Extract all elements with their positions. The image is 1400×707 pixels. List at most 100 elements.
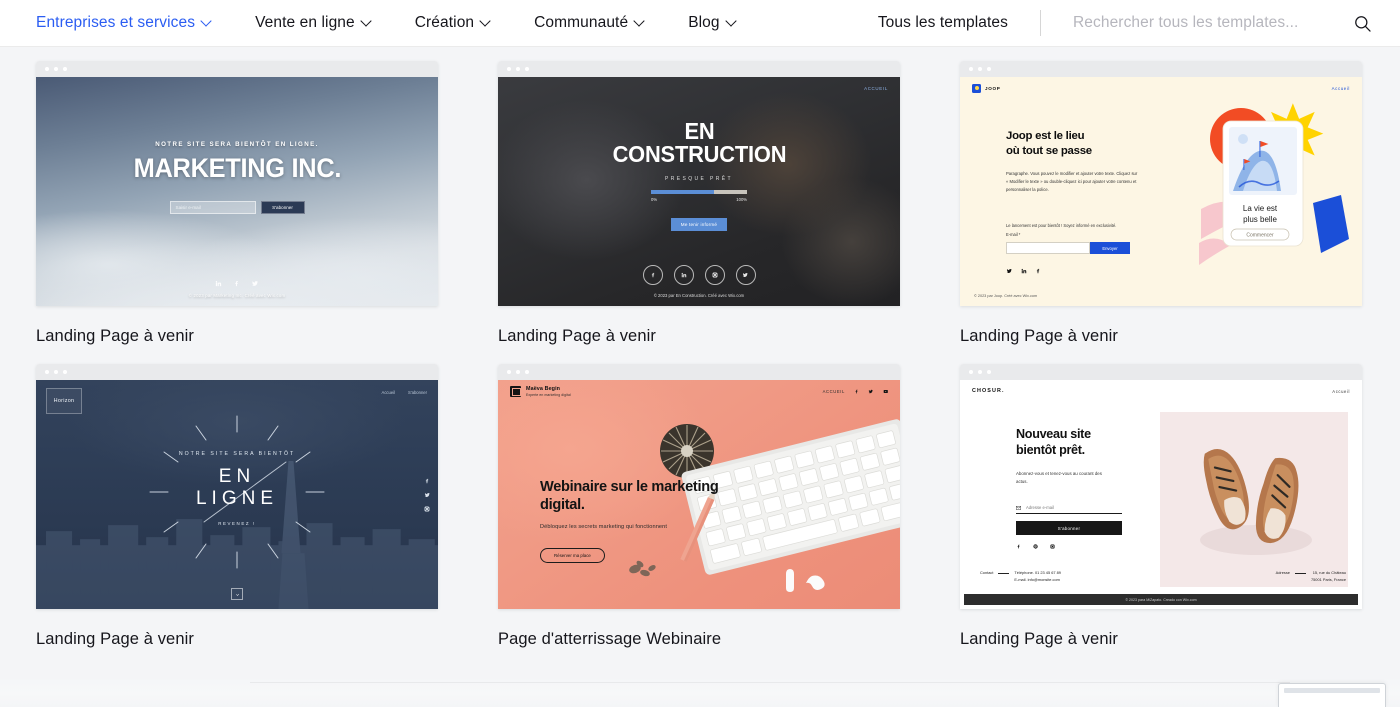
facebook-icon[interactable] bbox=[424, 478, 430, 484]
horizon-site: Horizon Accueil S'abonner NOTRE SITE SER… bbox=[36, 380, 438, 609]
notify-button[interactable]: Me tenir informé bbox=[670, 218, 728, 232]
chrome-dot-icon bbox=[507, 370, 511, 374]
nav-item-blog[interactable]: Blog bbox=[688, 14, 735, 32]
chrome-dot-icon bbox=[54, 67, 58, 71]
email-field[interactable]: Saisir e-mail bbox=[169, 201, 256, 214]
instagram-icon[interactable] bbox=[704, 265, 725, 285]
page-bottom-divider bbox=[250, 682, 1290, 683]
hero-heading-line1: Nouveau site bbox=[1016, 427, 1091, 441]
chrome-dot-icon bbox=[54, 370, 58, 374]
submit-button[interactable]: Envoyer bbox=[1090, 242, 1130, 255]
svg-text:La vie est: La vie est bbox=[1243, 204, 1278, 213]
progress-max-label: 100% bbox=[736, 197, 747, 203]
hero-eyebrow: NOTRE SITE SERA BIENTÔT EN LIGNE. bbox=[155, 141, 319, 148]
hero-heading: EN CONSTRUCTION bbox=[612, 117, 786, 167]
template-card-en-construction[interactable]: ACCUEIL EN CONSTRUCTION PRESQUE PRÊT 0% … bbox=[498, 61, 900, 346]
copyright-text: © 2023 par Marketing Inc. Créé avec Wix.… bbox=[188, 293, 286, 298]
chevron-down-icon bbox=[727, 17, 736, 26]
nav-divider bbox=[1040, 10, 1041, 36]
linkedin-icon[interactable] bbox=[1021, 268, 1027, 274]
nav-item-label: Vente en ligne bbox=[255, 14, 355, 31]
twitter-icon[interactable] bbox=[424, 492, 431, 498]
card-title: Landing Page à venir bbox=[960, 327, 1118, 345]
twitter-icon[interactable] bbox=[1006, 268, 1013, 274]
top-navigation-bar: Entreprises et services Vente en ligne C… bbox=[0, 0, 1400, 47]
nav-link-accueil[interactable]: ACCUEIL bbox=[823, 389, 845, 394]
search-icon[interactable] bbox=[1353, 14, 1372, 33]
template-card-marketing-inc[interactable]: NOTRE SITE SERA BIENTÔT EN LIGNE. MARKET… bbox=[36, 61, 438, 346]
instagram-icon[interactable] bbox=[1050, 544, 1055, 549]
nav-item-entreprises-et-services[interactable]: Entreprises et services bbox=[36, 14, 211, 32]
brand-block: Maëva Begin Experte en marketing digital bbox=[510, 385, 571, 397]
instagram-icon[interactable] bbox=[424, 506, 430, 512]
address-line2: 75001 Paris, France bbox=[1310, 576, 1346, 582]
joop-site: JOOP Accueil La vie est plus belle Comme… bbox=[960, 77, 1362, 306]
hero-heading-line1: EN bbox=[684, 117, 714, 144]
webinaire-site: Maëva Begin Experte en marketing digital… bbox=[498, 380, 900, 609]
hero-heading: EN LIGNE bbox=[196, 466, 278, 511]
address-line1: 15, rue du Château bbox=[1312, 570, 1346, 576]
pinterest-icon[interactable] bbox=[1033, 544, 1038, 550]
chrome-dot-icon bbox=[978, 67, 982, 71]
browser-chrome-bar bbox=[498, 61, 900, 77]
twitter-icon[interactable] bbox=[251, 280, 259, 287]
facebook-icon[interactable] bbox=[642, 265, 663, 285]
bottom-right-panel[interactable] bbox=[1278, 683, 1386, 707]
site-nav: CHOSUR. Accueil bbox=[960, 380, 1362, 402]
reserve-button[interactable]: Réserver ma place bbox=[540, 547, 605, 563]
hero-heading-line1: EN bbox=[218, 465, 256, 487]
hero-block: NOTRE SITE SERA BIENTÔT EN LIGNE REVENEZ… bbox=[36, 380, 438, 603]
linkedin-icon[interactable] bbox=[215, 280, 222, 287]
copyright-text: © 2023 par Joop. Créé avec Wix.com bbox=[974, 294, 1038, 298]
youtube-icon[interactable] bbox=[883, 389, 889, 394]
template-preview: Horizon Accueil S'abonner NOTRE SITE SER… bbox=[36, 380, 438, 609]
brand-text: CHOSUR. bbox=[972, 388, 1005, 394]
hero-heading: Webinaire sur le marketing digital. bbox=[540, 479, 719, 514]
all-templates-link[interactable]: Tous les templates bbox=[878, 14, 1008, 32]
marketing-inc-site: NOTRE SITE SERA BIENTÔT EN LIGNE. MARKET… bbox=[36, 77, 438, 306]
search-area bbox=[1073, 14, 1372, 33]
joop-illustration: La vie est plus belle Commencer bbox=[1199, 103, 1349, 265]
twitter-icon[interactable] bbox=[868, 389, 874, 394]
nav-item-label: Création bbox=[414, 14, 475, 31]
facebook-icon[interactable] bbox=[854, 389, 859, 394]
template-preview: CHOSUR. Accueil Nouveau site bientôt prê… bbox=[960, 380, 1362, 609]
twitter-icon[interactable] bbox=[735, 265, 756, 285]
hero-paragraph: Paragraphe. Vous pouvez le modifier et a… bbox=[1006, 171, 1138, 192]
social-links bbox=[498, 265, 900, 285]
template-card-joop[interactable]: JOOP Accueil La vie est plus belle Comme… bbox=[960, 61, 1362, 346]
linkedin-icon[interactable] bbox=[673, 265, 694, 285]
hero-block: Nouveau site bientôt prêt. Abonnez-vous … bbox=[1016, 426, 1156, 550]
arrow-down-icon bbox=[235, 592, 239, 596]
logo-text: JOOP bbox=[985, 85, 1001, 91]
nav-item-vente-en-ligne[interactable]: Vente en ligne bbox=[255, 14, 371, 32]
email-field[interactable]: Adresse e-mail bbox=[1016, 502, 1122, 515]
template-card-chosur[interactable]: CHOSUR. Accueil Nouveau site bientôt prê… bbox=[960, 364, 1362, 649]
nav-link-accueil[interactable]: Accueil bbox=[1332, 86, 1350, 91]
hero-heading: Nouveau site bientôt prêt. bbox=[1016, 426, 1156, 459]
facebook-icon[interactable] bbox=[1035, 268, 1041, 274]
search-input[interactable] bbox=[1073, 14, 1341, 32]
hero-block: NOTRE SITE SERA BIENTÔT EN LIGNE. MARKET… bbox=[36, 77, 438, 292]
template-card-webinaire[interactable]: Maëva Begin Experte en marketing digital… bbox=[498, 364, 900, 649]
nav-item-communaute[interactable]: Communauté bbox=[534, 14, 644, 32]
nav-item-creation[interactable]: Création bbox=[415, 14, 490, 32]
scroll-down-button[interactable] bbox=[231, 588, 243, 600]
contact-email: E-mail. info@monsite.com bbox=[1014, 576, 1060, 582]
hero-block: Joop est le lieu où tout se passe Paragr… bbox=[1006, 129, 1146, 274]
hero-subheading: Débloquez les secrets marketing qui fonc… bbox=[540, 523, 667, 530]
dash-divider bbox=[998, 573, 1010, 574]
joop-logo: JOOP bbox=[972, 83, 1001, 93]
hero-heading: MARKETING INC. bbox=[133, 153, 341, 183]
site-footer: © 2023 par Marketing Inc. Créé avec Wix.… bbox=[36, 280, 438, 298]
facebook-icon[interactable] bbox=[1016, 544, 1021, 549]
nav-link-accueil[interactable]: Accueil bbox=[1332, 389, 1350, 394]
subscribe-button[interactable]: S'abonner bbox=[1016, 521, 1122, 536]
subscribe-button[interactable]: S'abonner bbox=[260, 201, 305, 214]
en-construction-site: ACCUEIL EN CONSTRUCTION PRESQUE PRÊT 0% … bbox=[498, 77, 900, 306]
template-card-horizon[interactable]: Horizon Accueil S'abonner NOTRE SITE SER… bbox=[36, 364, 438, 649]
site-nav: Maëva Begin Experte en marketing digital… bbox=[498, 380, 900, 402]
email-field[interactable] bbox=[1006, 242, 1090, 255]
facebook-icon[interactable] bbox=[233, 280, 240, 287]
nav-item-list: Entreprises et services Vente en ligne C… bbox=[0, 14, 780, 32]
